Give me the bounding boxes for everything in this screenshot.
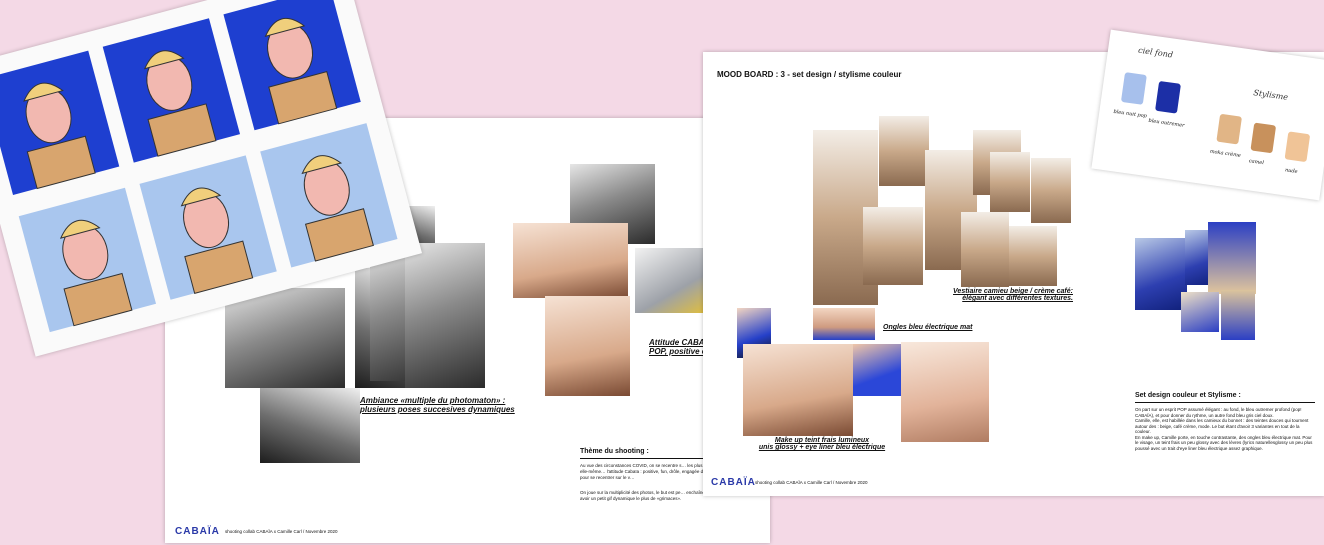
portrait-photo — [545, 296, 630, 396]
set-design-photo — [1221, 290, 1255, 340]
portrait-photo — [513, 223, 628, 298]
photomaton-strip-photo — [405, 243, 485, 388]
swatch-label: camel — [1248, 158, 1265, 167]
makeup-photo — [813, 308, 875, 340]
set-design-divider — [1135, 402, 1315, 403]
swatch-bleu-outremer — [1155, 80, 1181, 114]
moodboard-title: MOOD BOARD : 3 - set design / stylisme c… — [717, 70, 902, 79]
photomaton-strip-photo — [260, 388, 360, 463]
set-design-photo — [1208, 222, 1256, 294]
swatch-bleu-nuit-pop — [1120, 72, 1147, 105]
fashion-photo — [961, 212, 1009, 287]
caption-vestiaire: Vestiaire camieu beige / crème café: élé… — [953, 288, 1073, 302]
fashion-photo — [879, 116, 929, 186]
swatch-label: bleu nuit pop — [1113, 108, 1148, 120]
makeup-photo — [901, 342, 989, 442]
theme-title: Thème du shooting : — [580, 448, 649, 455]
fashion-photo — [863, 207, 923, 285]
set-design-photo — [1135, 238, 1187, 310]
swatch-header-stylisme: Stylisme — [1252, 88, 1289, 102]
swatch-moka-creme — [1216, 113, 1243, 145]
fashion-photo — [990, 152, 1030, 212]
set-design-photo — [1181, 292, 1219, 332]
fashion-photo — [1031, 158, 1071, 223]
caption-ongles: Ongles bleu électrique mat — [883, 324, 973, 331]
footer-text: shooting collab CABAÏA x Camille Carl / … — [755, 480, 868, 485]
makeup-photo — [853, 344, 908, 396]
swatch-label: bleu outremer — [1148, 117, 1185, 129]
photomaton-strip-photo — [225, 288, 345, 388]
footer-text: shooting collab CABAÏA x Camille Carl / … — [225, 529, 338, 534]
swatch-header-fond: ciel fond — [1137, 45, 1174, 60]
swatch-nude — [1284, 131, 1311, 163]
brand-logo: CABAÏA — [711, 477, 756, 488]
set-design-title: Set design couleur et Stylisme : — [1135, 392, 1241, 399]
caption-photomaton: Ambiance «multiple du photomaton» : plus… — [360, 396, 515, 414]
caption-makeup: Make up teint frais lumineux unis glossy… — [758, 437, 886, 451]
brand-logo: CABAÏA — [175, 526, 220, 537]
swatch-label: nude — [1284, 167, 1298, 176]
makeup-photo — [743, 344, 853, 436]
swatch-camel — [1250, 122, 1277, 154]
fashion-photo — [1009, 226, 1057, 286]
swatch-label: moka crème — [1209, 148, 1242, 159]
set-design-body: On part sur un esprit POP assumé élégant… — [1135, 407, 1313, 451]
